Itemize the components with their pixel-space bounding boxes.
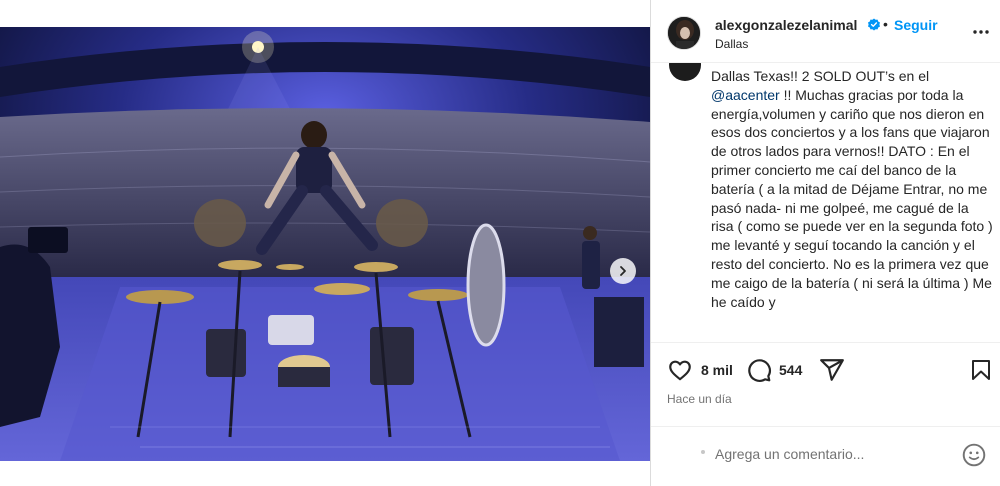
emoji-icon[interactable] [961, 442, 987, 468]
media-pane [0, 0, 650, 486]
caption-body: la energía,volumen y cariño que nos dier… [711, 86, 993, 310]
post-sidebar: alexgonzalezelanimal • Seguir Dallas Dal… [651, 0, 1000, 486]
post-header: alexgonzalezelanimal • Seguir Dallas [651, 0, 1000, 62]
caption-text: Dallas Texas!! 2 SOLD OUT’s en el @aacen… [711, 67, 995, 311]
verified-badge-icon [868, 18, 880, 31]
avatar-illustration [668, 17, 700, 49]
comment-input[interactable] [715, 446, 935, 462]
mention-link[interactable]: @aacenter [711, 87, 780, 103]
username-link[interactable]: alexgonzalezelanimal [715, 17, 857, 33]
actions-divider [651, 342, 1000, 343]
heart-icon[interactable] [667, 357, 693, 383]
more-options-icon[interactable] [971, 22, 991, 42]
comments-count[interactable]: 544 [779, 362, 802, 378]
caption-area[interactable]: Dallas Texas!! 2 SOLD OUT’s en el @aacen… [651, 62, 1000, 342]
follow-button[interactable]: Seguir [894, 17, 938, 33]
comment-box [651, 427, 1000, 486]
comment-bubble-icon[interactable] [746, 357, 772, 383]
separator-dot: • [883, 16, 888, 32]
avatar[interactable] [667, 16, 701, 50]
comment-indicator [701, 450, 705, 454]
bookmark-icon[interactable] [969, 357, 993, 383]
chevron-right-icon [620, 266, 626, 276]
next-photo-button[interactable] [610, 258, 636, 284]
paper-plane-icon[interactable] [819, 357, 845, 383]
caption-line-2: !! Muchas gracias por toda [779, 86, 949, 103]
caption-avatar[interactable] [669, 63, 701, 81]
post-photo[interactable] [0, 27, 650, 461]
action-bar: 8 mil 544 [651, 355, 1000, 385]
caption-line-1: Dallas Texas!! 2 SOLD OUT’s en el [711, 68, 930, 84]
likes-count[interactable]: 8 mil [701, 362, 733, 378]
concert-photo-illustration [0, 27, 650, 461]
location-link[interactable]: Dallas [715, 37, 748, 51]
post-timestamp[interactable]: Hace un día [667, 392, 732, 406]
